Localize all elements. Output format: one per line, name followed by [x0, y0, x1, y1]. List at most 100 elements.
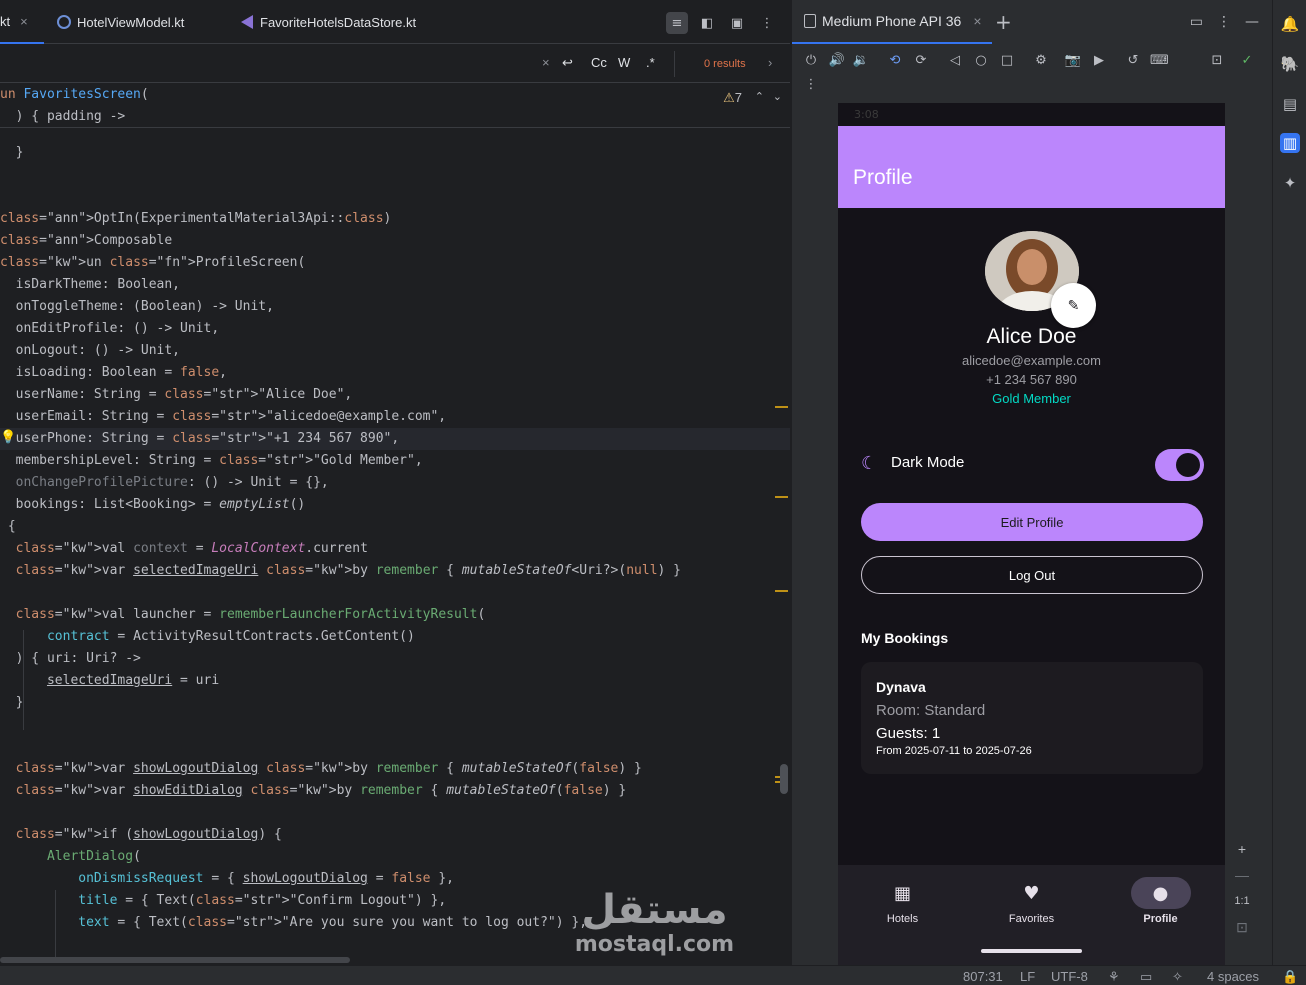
- gradle-icon[interactable]: 🐘: [1280, 54, 1300, 74]
- code-line[interactable]: class="kw">val launcher = rememberLaunch…: [0, 604, 486, 626]
- gemini-icon[interactable]: ✦: [1280, 173, 1300, 193]
- record-icon[interactable]: ▶: [1090, 52, 1108, 70]
- gesture-bar[interactable]: [981, 949, 1082, 953]
- zoom-in-icon[interactable]: +: [1231, 838, 1253, 860]
- logout-button[interactable]: Log Out: [861, 556, 1203, 594]
- camera-icon[interactable]: 📷: [1064, 52, 1082, 70]
- code-line[interactable]: class="kw">var showEditDialog class="kw"…: [0, 780, 627, 802]
- overview-icon[interactable]: □: [998, 52, 1016, 70]
- code-line[interactable]: class="kw">val context = LocalContext.cu…: [0, 538, 368, 560]
- regex-toggle[interactable]: .*: [646, 55, 655, 70]
- notifications-icon[interactable]: 🔔: [1280, 14, 1300, 34]
- code-line[interactable]: class="kw">var selectedImageUri class="k…: [0, 560, 681, 582]
- tab-favoritehotelsdatastore[interactable]: FavoriteHotelsDataStore.kt: [240, 0, 416, 44]
- horizontal-scrollbar[interactable]: [0, 957, 350, 963]
- more-icon[interactable]: ⋮: [802, 76, 820, 94]
- indent-setting[interactable]: 4 spaces: [1207, 969, 1259, 984]
- nav-item-favorites[interactable]: ♥ Favorites: [967, 877, 1096, 926]
- zoom-fit-icon[interactable]: ⊡: [1231, 916, 1253, 938]
- add-device-icon[interactable]: +: [995, 10, 1012, 34]
- minimize-icon[interactable]: —: [1245, 14, 1259, 30]
- tab-hotelviewmodel[interactable]: HotelViewModel.kt: [57, 0, 184, 44]
- back-icon[interactable]: ◁: [946, 52, 964, 70]
- code-line[interactable]: }: [0, 692, 24, 714]
- edit-profile-button[interactable]: Edit Profile: [861, 503, 1203, 541]
- zoom-out-icon[interactable]: —: [1231, 864, 1253, 886]
- volume-down-icon[interactable]: 🔉: [852, 52, 870, 70]
- rotate-left-icon[interactable]: ⟲: [886, 52, 904, 70]
- code-line[interactable]: class="kw">un class="fn">ProfileScreen(: [0, 252, 305, 274]
- code-line[interactable]: onDismissRequest = { showLogoutDialog = …: [0, 868, 454, 890]
- more-icon[interactable]: ⋮: [756, 12, 778, 34]
- whole-word-toggle[interactable]: W: [618, 55, 630, 70]
- ai-icon[interactable]: ✧: [1172, 969, 1183, 985]
- code-line[interactable]: isLoading: Boolean = false,: [0, 362, 227, 384]
- warning-marker[interactable]: [775, 406, 788, 408]
- code-line[interactable]: onChangeProfilePicture: () -> Unit = {},: [0, 472, 329, 494]
- power-icon[interactable]: ⏻: [802, 52, 820, 70]
- code-line[interactable]: userName: String = class="str">"Alice Do…: [0, 384, 353, 406]
- next-result-icon[interactable]: ›: [768, 55, 772, 70]
- rotate-right-icon[interactable]: ⟳: [912, 52, 930, 70]
- newline-icon[interactable]: ↩: [562, 55, 573, 71]
- home-icon[interactable]: ○: [972, 52, 990, 70]
- next-warning-icon[interactable]: ⌄: [773, 90, 782, 103]
- volume-up-icon[interactable]: 🔊: [828, 52, 846, 70]
- code-line[interactable]: selectedImageUri = uri: [0, 670, 219, 692]
- code-line[interactable]: class="ann">OptIn(ExperimentalMaterial3A…: [0, 208, 391, 230]
- lock-icon[interactable]: 🔒: [1282, 969, 1298, 985]
- caret-position[interactable]: 807:31: [963, 969, 1003, 984]
- code-line[interactable]: text = { Text(class="str">"Are you sure …: [0, 912, 587, 934]
- phone-screen[interactable]: 3:08 Profile ✎ Alice Doe alicedoe@exampl…: [838, 103, 1225, 965]
- code-line[interactable]: membershipLevel: String = class="str">"G…: [0, 450, 423, 472]
- code-line[interactable]: AlertDialog(: [0, 846, 141, 868]
- code-line[interactable]: ) { uri: Uri? ->: [0, 648, 141, 670]
- close-icon[interactable]: ×: [20, 14, 28, 29]
- running-devices-icon[interactable]: ▥: [1280, 133, 1300, 153]
- warning-marker[interactable]: [775, 496, 788, 498]
- code-line[interactable]: onLogout: () -> Unit,: [0, 340, 180, 362]
- nav-item-hotels[interactable]: ▦ Hotels: [838, 877, 967, 926]
- window-icon[interactable]: ▭: [1190, 14, 1203, 30]
- match-case-toggle[interactable]: Cc: [591, 55, 607, 70]
- edit-picture-button[interactable]: ✎: [1051, 283, 1096, 328]
- dark-mode-toggle[interactable]: [1155, 449, 1204, 481]
- code-line[interactable]: }: [0, 142, 24, 164]
- warning-marker[interactable]: [775, 590, 788, 592]
- code-view-icon[interactable]: ≡: [666, 12, 688, 34]
- device-settings-icon[interactable]: ⚙: [1032, 52, 1050, 70]
- tab-current-file[interactable]: kt ×: [0, 0, 44, 44]
- warnings-indicator[interactable]: ⚠7: [723, 90, 742, 106]
- code-line[interactable]: class="ann">Composable: [0, 230, 172, 252]
- code-line[interactable]: title = { Text(class="str">"Confirm Logo…: [0, 890, 446, 912]
- file-encoding[interactable]: UTF-8: [1051, 969, 1088, 984]
- design-view-icon[interactable]: ▣: [726, 12, 748, 34]
- inspect-icon[interactable]: ⊡: [1208, 52, 1226, 70]
- keyboard-icon[interactable]: ⌨: [1150, 52, 1169, 70]
- reset-icon[interactable]: ↺: [1124, 52, 1142, 70]
- split-view-icon[interactable]: ◧: [696, 12, 718, 34]
- code-line[interactable]: onToggleTheme: (Boolean) -> Unit,: [0, 296, 274, 318]
- zoom-actual-button[interactable]: 1:1: [1231, 890, 1253, 912]
- close-icon[interactable]: ×: [973, 13, 981, 29]
- more-icon[interactable]: ⋮: [1217, 14, 1231, 30]
- vertical-scrollbar[interactable]: [780, 764, 788, 794]
- code-line[interactable]: class="kw">var showLogoutDialog class="k…: [0, 758, 642, 780]
- line-separator[interactable]: LF: [1020, 969, 1035, 984]
- git-icon[interactable]: ⚘: [1108, 969, 1120, 985]
- booking-card[interactable]: Dynava Room: Standard Guests: 1 From 202…: [861, 662, 1203, 774]
- code-line[interactable]: contract = ActivityResultContracts.GetCo…: [0, 626, 415, 648]
- nav-item-profile[interactable]: ● Profile: [1096, 877, 1225, 925]
- code-line[interactable]: {: [0, 516, 16, 538]
- code-line[interactable]: isDarkTheme: Boolean,: [0, 274, 180, 296]
- code-line[interactable]: userPhone: String = class="str">"+1 234 …: [0, 428, 400, 450]
- code-line[interactable]: bookings: List<Booking> = emptyList(): [0, 494, 306, 516]
- code-line[interactable]: onEditProfile: () -> Unit,: [0, 318, 220, 340]
- device-manager-icon[interactable]: ▤: [1280, 94, 1300, 114]
- code-line[interactable]: class="kw">if (showLogoutDialog) {: [0, 824, 282, 846]
- check-icon[interactable]: ✓: [1238, 52, 1256, 70]
- tab-device[interactable]: Medium Phone API 36 ×: [792, 0, 992, 44]
- prev-warning-icon[interactable]: ⌃: [755, 90, 764, 103]
- clear-search-icon[interactable]: ×: [542, 55, 550, 70]
- code-editor[interactable]: kt × HotelViewModel.kt FavoriteHotelsDat…: [0, 0, 790, 965]
